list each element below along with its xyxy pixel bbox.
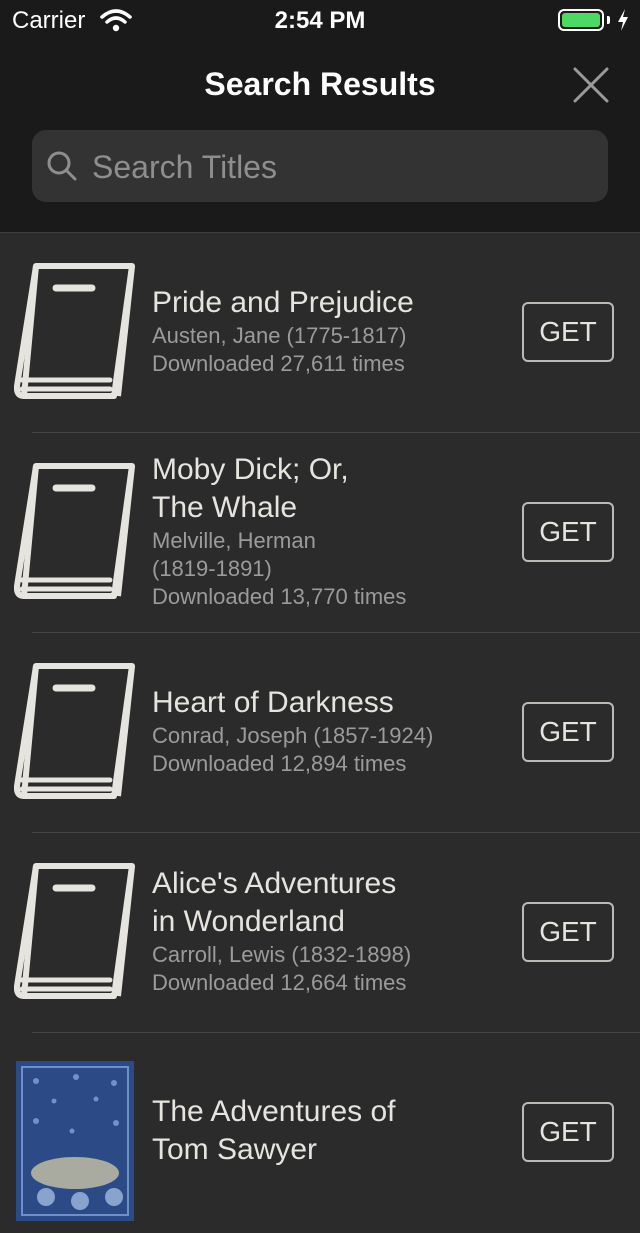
- book-icon: [13, 662, 138, 804]
- search-icon: [47, 151, 77, 181]
- results-list: Pride and Prejudice Austen, Jane (1775-18…: [0, 233, 640, 1233]
- navigation-bar: Search Results: [0, 40, 640, 233]
- download-count: Downloaded 12,664 times: [152, 970, 407, 995]
- get-button[interactable]: GET: [522, 502, 614, 562]
- book-title: Heart of Darkness: [152, 686, 394, 719]
- search-bar[interactable]: [32, 130, 608, 204]
- book-author: Austen, Jane (1775-1817): [152, 323, 407, 348]
- search-input[interactable]: [90, 130, 594, 204]
- result-row[interactable]: Alice's Adventures in Wonderland Carroll, …: [0, 833, 640, 1033]
- download-count: Downloaded 27,611 times: [152, 351, 405, 376]
- get-button[interactable]: GET: [522, 1102, 614, 1162]
- book-icon: [13, 262, 138, 404]
- result-text: Pride and Prejudice Austen, Jane (1775-18…: [152, 284, 512, 378]
- battery-tip: [607, 16, 610, 24]
- book-title: Tom Sawyer: [152, 1133, 318, 1166]
- book-title: Moby Dick; Or,: [152, 453, 349, 486]
- status-time: 2:54 PM: [274, 7, 366, 34]
- book-icon: [13, 462, 138, 604]
- status-bar: Carrier 2:54 PM: [0, 0, 640, 40]
- close-icon[interactable]: [570, 64, 612, 106]
- charging-bolt-icon: [618, 9, 628, 31]
- result-text: Moby Dick; Or, The Whale Melville, Herman (…: [152, 451, 512, 611]
- result-text: Heart of Darkness Conrad, Joseph (1857-19…: [152, 684, 512, 778]
- battery-level: [562, 13, 600, 27]
- result-text: The Adventures of Tom Sawyer: [152, 1093, 512, 1169]
- book-title: Pride and Prejudice: [152, 286, 414, 319]
- download-count: Downloaded 12,894 times: [152, 751, 407, 776]
- get-button[interactable]: GET: [522, 702, 614, 762]
- download-count: Downloaded 13,770 times: [152, 584, 407, 609]
- result-row[interactable]: Moby Dick; Or, The Whale Melville, Herman (…: [0, 433, 640, 633]
- result-row[interactable]: The Adventures of Tom Sawyer GET: [0, 1033, 640, 1233]
- book-title: The Adventures of: [152, 1095, 396, 1128]
- get-button[interactable]: GET: [522, 902, 614, 962]
- result-row[interactable]: Pride and Prejudice Austen, Jane (1775-18…: [0, 233, 640, 433]
- result-text: Alice's Adventures in Wonderland Carroll, …: [152, 865, 512, 997]
- book-author: Melville, Herman: [152, 528, 316, 553]
- book-title: The Whale: [152, 491, 298, 524]
- battery-icon: [558, 9, 604, 31]
- book-icon: [13, 862, 138, 1004]
- book-title: in Wonderland: [152, 905, 345, 938]
- book-author: (1819-1891): [152, 556, 272, 581]
- get-button[interactable]: GET: [522, 302, 614, 362]
- result-row[interactable]: Heart of Darkness Conrad, Joseph (1857-19…: [0, 633, 640, 833]
- book-author: Conrad, Joseph (1857-1924): [152, 723, 434, 748]
- page-title: Search Results: [204, 66, 436, 102]
- book-title: Alice's Adventures: [152, 867, 397, 900]
- book-cover-image: [16, 1061, 134, 1221]
- book-author: Carroll, Lewis (1832-1898): [152, 942, 412, 967]
